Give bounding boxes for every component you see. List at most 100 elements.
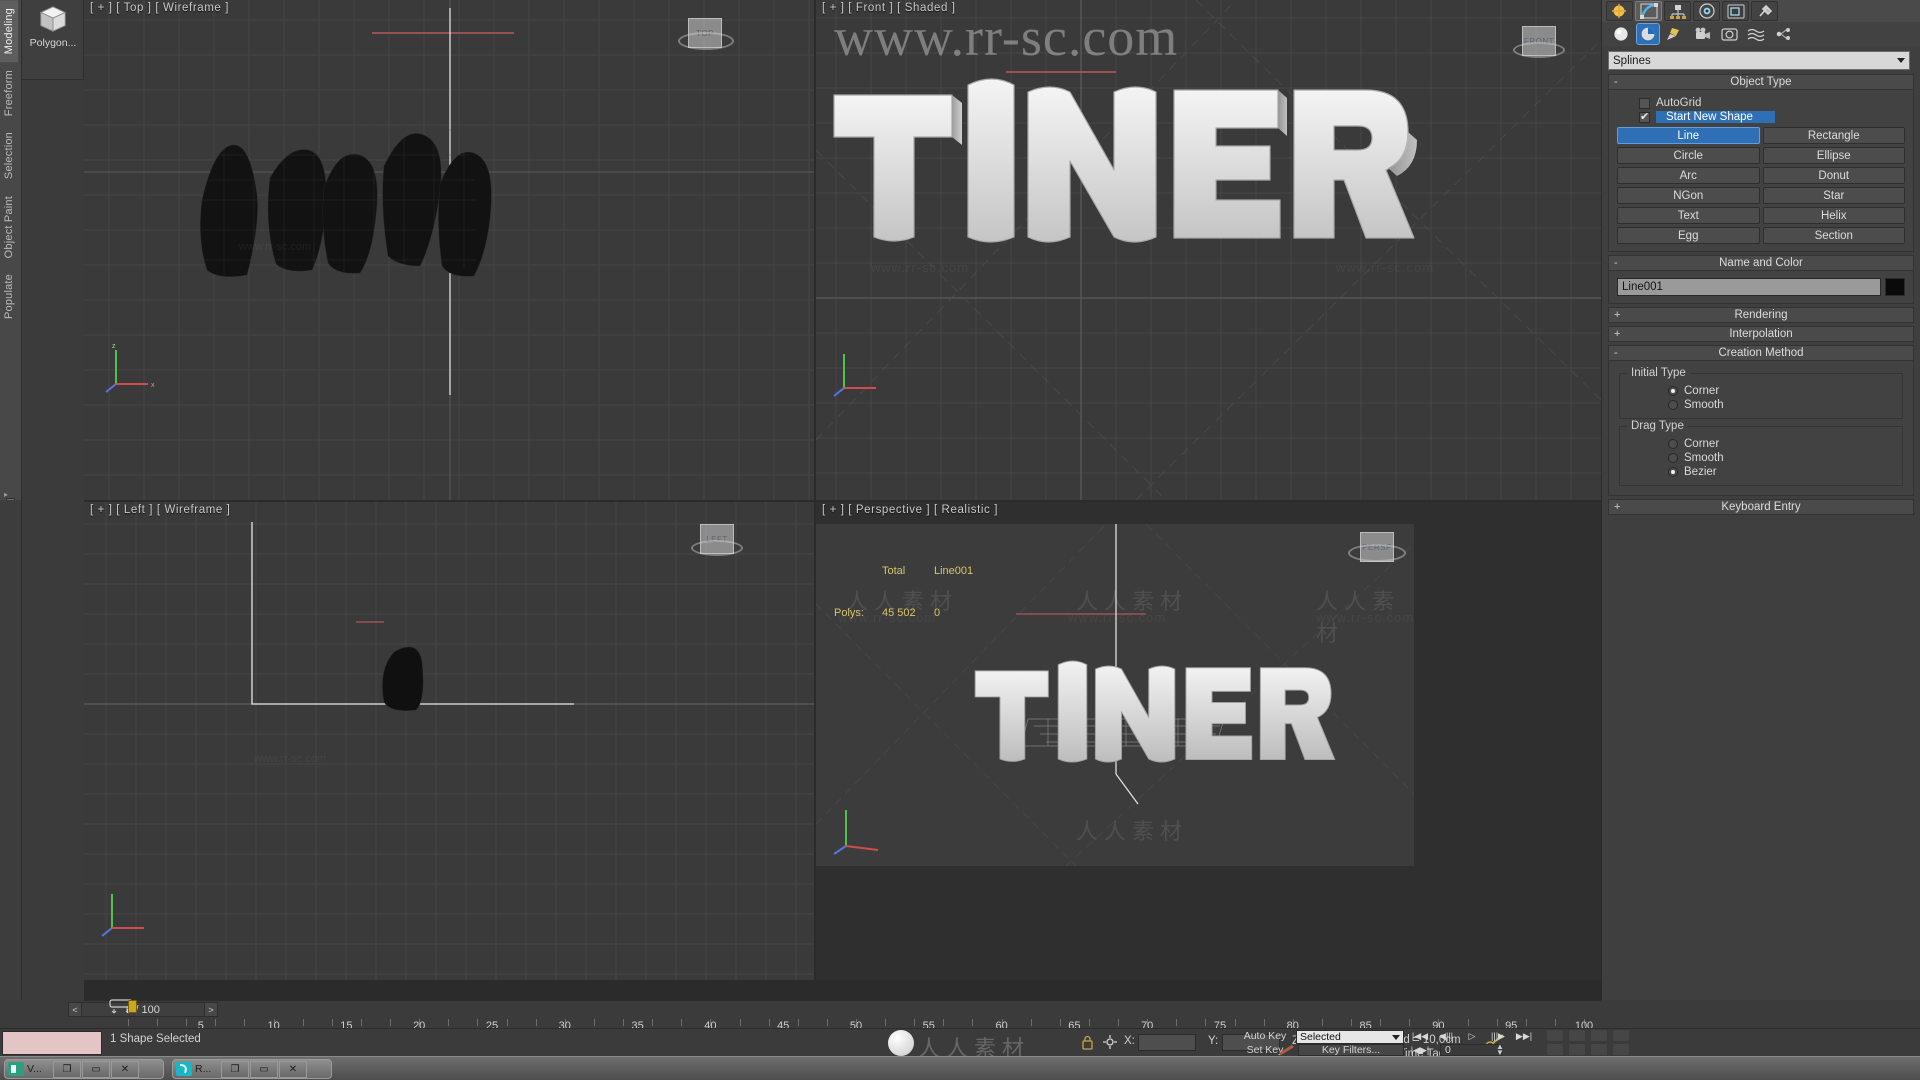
viewport-front[interactable]: www.rr-sc.com www.rr-sc.com www.rr-sc.co… <box>816 0 1601 500</box>
drag-type-bezier-radio[interactable] <box>1668 467 1678 477</box>
ribbon-tab-modeling[interactable]: Modeling <box>0 0 18 63</box>
creation-method-collapse-icon[interactable]: - <box>1614 347 1618 359</box>
vray-close-button[interactable]: ✕ <box>111 1060 139 1078</box>
space-warps-tool[interactable] <box>1745 24 1767 44</box>
helpers-tool[interactable] <box>1718 24 1740 44</box>
drag-type-smooth-row[interactable]: Smooth <box>1668 452 1900 464</box>
start-new-shape-row[interactable]: Start New Shape <box>1639 110 1905 123</box>
render-minimize-button[interactable]: ▭ <box>250 1060 278 1078</box>
rendering-expand-icon[interactable]: + <box>1614 309 1620 321</box>
interpolation-expand-icon[interactable]: + <box>1614 328 1620 340</box>
object-category-dropdown[interactable]: Splines <box>1608 51 1910 70</box>
object-button-section[interactable]: Section <box>1762 227 1905 244</box>
frame-spinner-arrows[interactable]: ▲ ▼ <box>1496 1043 1504 1057</box>
render-restore-button[interactable]: ❐ <box>221 1060 249 1078</box>
autogrid-row[interactable]: AutoGrid <box>1639 97 1905 109</box>
object-button-circle[interactable]: Circle <box>1617 147 1760 164</box>
zoom-extents-button[interactable] <box>1546 1043 1564 1056</box>
previous-frame-button[interactable]: ◀||| <box>1436 1030 1456 1042</box>
motion-tab[interactable] <box>1693 1 1720 21</box>
shapes-tool[interactable] <box>1636 23 1660 45</box>
key-filters-button[interactable]: Key Filters... <box>1298 1044 1404 1056</box>
creation-method-header[interactable]: - Creation Method <box>1608 345 1914 361</box>
object-type-header[interactable]: - Object Type <box>1608 74 1914 90</box>
maxscript-mini-listener[interactable] <box>2 1031 102 1055</box>
auto-key-button[interactable]: Auto Key <box>1238 1030 1292 1042</box>
vray-restore-button[interactable]: ❐ <box>53 1060 81 1078</box>
ribbon-tab-object-paint[interactable]: Object Paint <box>0 188 18 266</box>
rendering-header[interactable]: + Rendering <box>1608 307 1914 323</box>
key-mode-dropdown[interactable]: Selected <box>1296 1030 1404 1044</box>
orbit-button[interactable] <box>1612 1029 1630 1042</box>
object-button-line[interactable]: Line <box>1617 127 1760 144</box>
set-key-slash-icon[interactable] <box>1278 1045 1296 1056</box>
drag-type-corner-row[interactable]: Corner <box>1668 438 1900 450</box>
interpolation-header[interactable]: + Interpolation <box>1608 326 1914 342</box>
display-tab[interactable] <box>1722 1 1749 21</box>
pan-view-button[interactable] <box>1590 1029 1608 1042</box>
geometry-tool[interactable] <box>1610 24 1632 44</box>
initial-type-smooth-radio[interactable] <box>1668 400 1678 410</box>
object-button-arc[interactable]: Arc <box>1617 167 1760 184</box>
viewport-perspective-outer[interactable]: [ + ] [ Perspective ] [ Realistic ] Tota… <box>816 502 1601 980</box>
object-button-ngon[interactable]: NGon <box>1617 187 1760 204</box>
lights-tool[interactable] <box>1664 24 1686 44</box>
utilities-tab[interactable] <box>1751 1 1778 21</box>
lock-icon[interactable] <box>1081 1035 1094 1050</box>
drag-type-smooth-radio[interactable] <box>1668 453 1678 463</box>
keyboard-entry-expand-icon[interactable]: + <box>1614 501 1620 513</box>
viewport-perspective[interactable]: Total Line001 Polys: 45 502 0 人人素材 人人素材 … <box>816 524 1414 866</box>
object-button-ellipse[interactable]: Ellipse <box>1762 147 1905 164</box>
object-button-star[interactable]: Star <box>1762 187 1905 204</box>
field-of-view-button[interactable] <box>1590 1043 1608 1056</box>
ribbon-tab-selection[interactable]: Selection <box>0 124 18 187</box>
time-slider[interactable] <box>128 1000 137 1013</box>
ribbon-tab-freeform[interactable]: Freeform <box>0 62 18 124</box>
vray-minimize-button[interactable]: ▭ <box>82 1060 110 1078</box>
object-type-collapse-icon[interactable]: - <box>1614 76 1618 88</box>
name-and-color-header[interactable]: - Name and Color <box>1608 255 1914 271</box>
object-button-egg[interactable]: Egg <box>1617 227 1760 244</box>
drag-type-bezier-row[interactable]: Bezier <box>1668 466 1900 478</box>
object-button-helix[interactable]: Helix <box>1762 207 1905 224</box>
object-color-swatch[interactable] <box>1885 278 1905 296</box>
viewport-left[interactable]: www.rr-sc.com [ + ] [ Left ] [ Wireframe… <box>84 502 814 980</box>
top-viewcube[interactable]: TOP <box>678 18 734 50</box>
x-field[interactable] <box>1138 1034 1196 1051</box>
taskbar-window-render[interactable]: R... ❐ ▭ ✕ <box>172 1059 332 1079</box>
perspective-viewcube[interactable]: PERSP <box>1348 532 1406 562</box>
initial-type-corner-row[interactable]: Corner <box>1668 385 1900 397</box>
autogrid-checkbox[interactable] <box>1639 97 1650 109</box>
left-viewcube[interactable]: LEFT <box>691 524 743 556</box>
object-button-text[interactable]: Text <box>1617 207 1760 224</box>
hierarchy-tab[interactable] <box>1664 1 1691 21</box>
initial-type-smooth-row[interactable]: Smooth <box>1668 399 1900 411</box>
ribbon-tab-populate[interactable]: Populate <box>0 266 18 327</box>
current-frame-field[interactable]: 0 <box>1440 1044 1502 1056</box>
object-button-donut[interactable]: Donut <box>1762 167 1905 184</box>
name-and-color-collapse-icon[interactable]: - <box>1614 257 1618 269</box>
maximize-viewport-button[interactable] <box>1612 1043 1630 1056</box>
play-button[interactable]: ▷ <box>1462 1030 1482 1042</box>
go-to-end-button[interactable]: ▶▶| <box>1514 1030 1534 1042</box>
polygon-modeling-button[interactable]: Polygon... <box>22 0 84 72</box>
time-next-button[interactable]: > <box>204 1002 218 1017</box>
zoom-extents-all-button[interactable] <box>1568 1043 1586 1056</box>
next-frame-button[interactable]: |||▶ <box>1488 1030 1508 1042</box>
go-to-start-button[interactable]: |◀◀ <box>1410 1030 1430 1042</box>
select-region-button[interactable] <box>1568 1029 1586 1042</box>
object-button-rectangle[interactable]: Rectangle <box>1762 127 1905 144</box>
object-name-input[interactable] <box>1617 278 1881 296</box>
keyboard-entry-header[interactable]: + Keyboard Entry <box>1608 499 1914 515</box>
selection-lock-icon[interactable] <box>1102 1034 1118 1050</box>
render-close-button[interactable]: ✕ <box>279 1060 307 1078</box>
zoom-region-button[interactable] <box>1546 1029 1564 1042</box>
initial-type-corner-radio[interactable] <box>1668 386 1678 396</box>
systems-tool[interactable] <box>1772 24 1794 44</box>
current-time-display[interactable]: 0 / 100 <box>82 1002 204 1017</box>
cameras-tool[interactable] <box>1691 24 1713 44</box>
viewport-top[interactable]: www.rr-sc.com [ + ] [ Top ] [ Wireframe … <box>84 0 814 500</box>
time-prev-button[interactable]: < <box>68 1002 82 1017</box>
drag-type-corner-radio[interactable] <box>1668 439 1678 449</box>
start-new-shape-checkbox[interactable] <box>1639 110 1650 123</box>
